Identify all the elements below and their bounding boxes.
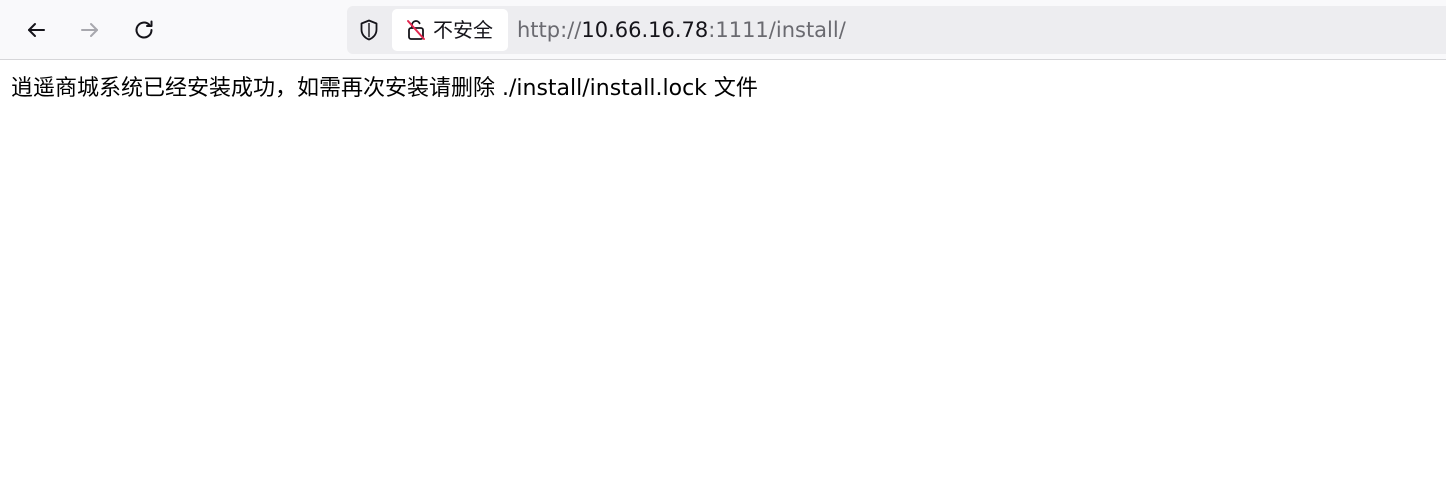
security-label: 不安全	[433, 18, 493, 42]
url-bar[interactable]: 不安全 http://10.66.16.78:1111/install/	[347, 6, 1446, 54]
insecure-lock-icon	[407, 20, 425, 40]
arrow-left-icon	[28, 23, 45, 37]
url-host: 10.66.16.78	[581, 18, 709, 42]
reload-icon	[135, 20, 153, 39]
reload-button[interactable]	[126, 12, 162, 48]
url-path: :1111/install/	[708, 18, 846, 42]
shield-icon[interactable]	[357, 18, 381, 42]
install-success-message: 逍遥商城系统已经安装成功，如需再次安装请删除 ./install/install…	[11, 76, 758, 101]
url-text[interactable]: http://10.66.16.78:1111/install/	[517, 18, 846, 42]
back-button[interactable]	[18, 12, 54, 48]
arrow-right-icon	[81, 23, 98, 37]
site-security-button[interactable]: 不安全	[392, 9, 508, 51]
browser-toolbar: 不安全 http://10.66.16.78:1111/install/	[0, 0, 1446, 60]
forward-button[interactable]	[72, 12, 108, 48]
url-scheme: http://	[517, 18, 582, 42]
